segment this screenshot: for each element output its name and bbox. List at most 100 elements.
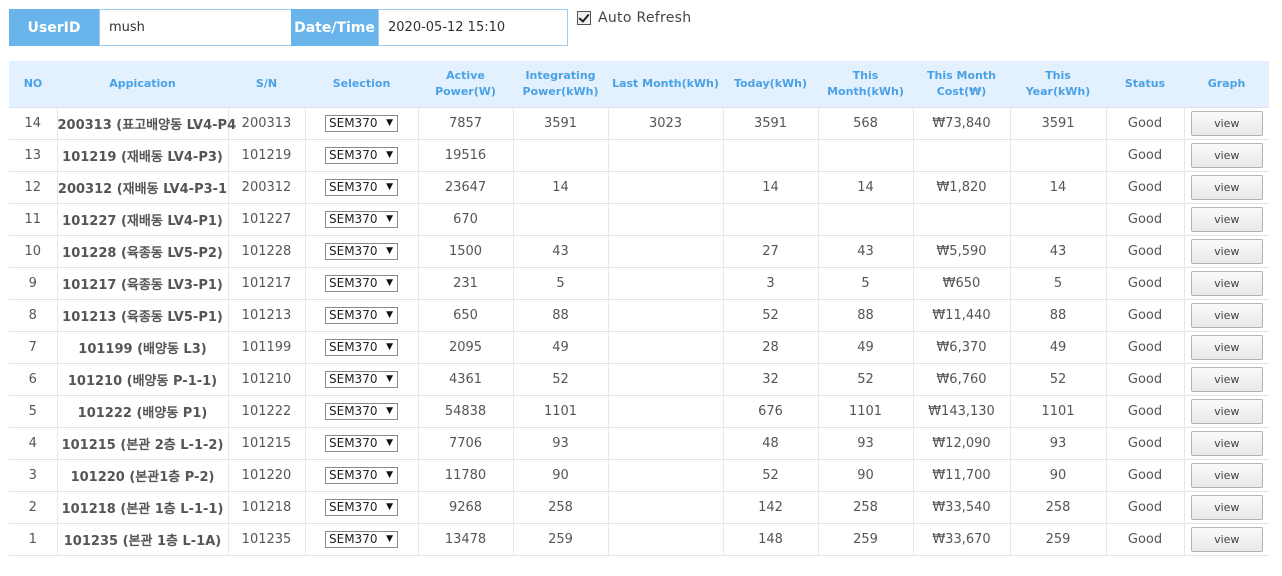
cell-last-month [608,235,724,268]
meter-select[interactable]: SEM370 ▼ [325,339,398,356]
cell-no: 9 [9,267,58,300]
table-row: 5 101222 (배양동 P1) 101222 SEM370 ▼ 54838 1101 67… [9,395,1269,428]
cell-selection: SEM370 ▼ [305,107,419,140]
meter-select[interactable]: SEM370 ▼ [325,371,398,388]
cell-status: Good [1106,427,1185,460]
cell-today: 28 [723,331,819,364]
table-row: 3 101220 (본관1층 P-2) 101220 SEM370 ▼ 11780 90 52… [9,459,1269,492]
cell-no: 1 [9,523,58,556]
cell-last-month [608,491,724,524]
cell-today: 32 [723,363,819,396]
cell-this-month-cost: ₩143,130 [913,395,1011,428]
cell-active-power: 650 [418,299,514,332]
cell-sn: 101227 [228,203,306,236]
cell-status: Good [1106,331,1185,364]
view-graph-button[interactable]: view [1190,271,1263,296]
cell-this-year: 52 [1010,363,1107,396]
col-header-today: Today(kWh) [723,61,818,108]
table-row: 9 101217 (육종동 LV3-P1) 101217 SEM370 ▼ 231 5 3 5 ₩… [9,267,1269,300]
view-graph-button[interactable]: view [1190,175,1263,200]
meter-select[interactable]: SEM370 ▼ [325,467,398,484]
table-row: 10 101228 (육종동 LV5-P2) 101228 SEM370 ▼ 1500 43… [9,235,1269,268]
auto-refresh-checkbox[interactable] [577,11,591,25]
table-row: 12 200312 (재배동 LV4-P3-1 200312 SEM370 ▼ 23647… [9,171,1269,204]
cell-sn: 101215 [228,427,306,460]
meter-select[interactable]: SEM370 ▼ [325,435,398,452]
cell-this-month-cost [913,203,1011,236]
view-graph-button[interactable]: view [1190,111,1263,136]
cell-sn: 101222 [228,395,306,428]
cell-today: 52 [723,299,819,332]
dropdown-arrow-icon: ▼ [386,214,393,224]
meter-select[interactable]: SEM370 ▼ [325,531,398,548]
col-header-this-month-cost: This Month Cost(₩) [913,61,1010,108]
userid-input[interactable]: mush [99,9,291,46]
view-graph-button[interactable]: view [1190,527,1263,552]
cell-graph: view [1184,203,1269,236]
cell-this-month-cost: ₩33,540 [913,491,1011,524]
table-row: 11 101227 (재배동 LV4-P1) 101227 SEM370 ▼ 670 Goo… [9,203,1269,236]
meter-select-value: SEM370 [329,308,378,322]
meter-select[interactable]: SEM370 ▼ [325,147,398,164]
meter-select[interactable]: SEM370 ▼ [325,115,398,132]
cell-today: 3 [723,267,819,300]
meter-select[interactable]: SEM370 ▼ [325,275,398,292]
cell-this-year: 1101 [1010,395,1107,428]
cell-graph: view [1184,523,1269,556]
view-graph-button[interactable]: view [1190,367,1263,392]
cell-selection: SEM370 ▼ [305,395,419,428]
dropdown-arrow-icon: ▼ [386,246,393,256]
cell-selection: SEM370 ▼ [305,267,419,300]
view-graph-button[interactable]: view [1190,143,1263,168]
dropdown-arrow-icon: ▼ [386,502,393,512]
cell-active-power: 23647 [418,171,514,204]
datetime-input[interactable]: 2020-05-12 15:10 [378,9,568,46]
view-graph-button[interactable]: view [1190,495,1263,520]
meter-select[interactable]: SEM370 ▼ [325,307,398,324]
view-graph-button[interactable]: view [1190,239,1263,264]
cell-application: 101220 (본관1층 P-2) [57,459,229,492]
cell-application: 101222 (배양동 P1) [57,395,229,428]
cell-no: 7 [9,331,58,364]
meter-select[interactable]: SEM370 ▼ [325,211,398,228]
cell-this-year: 3591 [1010,107,1107,140]
cell-this-month: 49 [818,331,914,364]
meter-select[interactable]: SEM370 ▼ [325,179,398,196]
cell-this-month-cost: ₩12,090 [913,427,1011,460]
meter-select[interactable]: SEM370 ▼ [325,403,398,420]
dropdown-arrow-icon: ▼ [386,342,393,352]
cell-last-month [608,427,724,460]
cell-graph: view [1184,299,1269,332]
cell-application: 101228 (육종동 LV5-P2) [57,235,229,268]
auto-refresh-toggle[interactable]: Auto Refresh [577,10,691,26]
cell-status: Good [1106,491,1185,524]
cell-this-year: 90 [1010,459,1107,492]
cell-status: Good [1106,299,1185,332]
userid-label: UserID [9,9,99,46]
dropdown-arrow-icon: ▼ [386,534,393,544]
view-graph-button[interactable]: view [1190,399,1263,424]
meter-select-value: SEM370 [329,212,378,226]
cell-no: 14 [9,107,58,140]
cell-active-power: 670 [418,203,514,236]
meter-select[interactable]: SEM370 ▼ [325,243,398,260]
cell-graph: view [1184,331,1269,364]
view-graph-button[interactable]: view [1190,335,1263,360]
cell-graph: view [1184,491,1269,524]
meter-select[interactable]: SEM370 ▼ [325,499,398,516]
meter-select-value: SEM370 [329,340,378,354]
cell-last-month [608,523,724,556]
view-graph-button[interactable]: view [1190,207,1263,232]
cell-active-power: 7706 [418,427,514,460]
cell-no: 5 [9,395,58,428]
view-graph-button[interactable]: view [1190,463,1263,488]
view-graph-button[interactable]: view [1190,431,1263,456]
cell-sn: 101220 [228,459,306,492]
cell-status: Good [1106,171,1185,204]
cell-this-month: 259 [818,523,914,556]
cell-last-month [608,363,724,396]
cell-active-power: 13478 [418,523,514,556]
meter-select-value: SEM370 [329,436,378,450]
view-graph-button[interactable]: view [1190,303,1263,328]
table-row: 7 101199 (배양동 L3) 101199 SEM370 ▼ 2095 49 28 49 ₩… [9,331,1269,364]
